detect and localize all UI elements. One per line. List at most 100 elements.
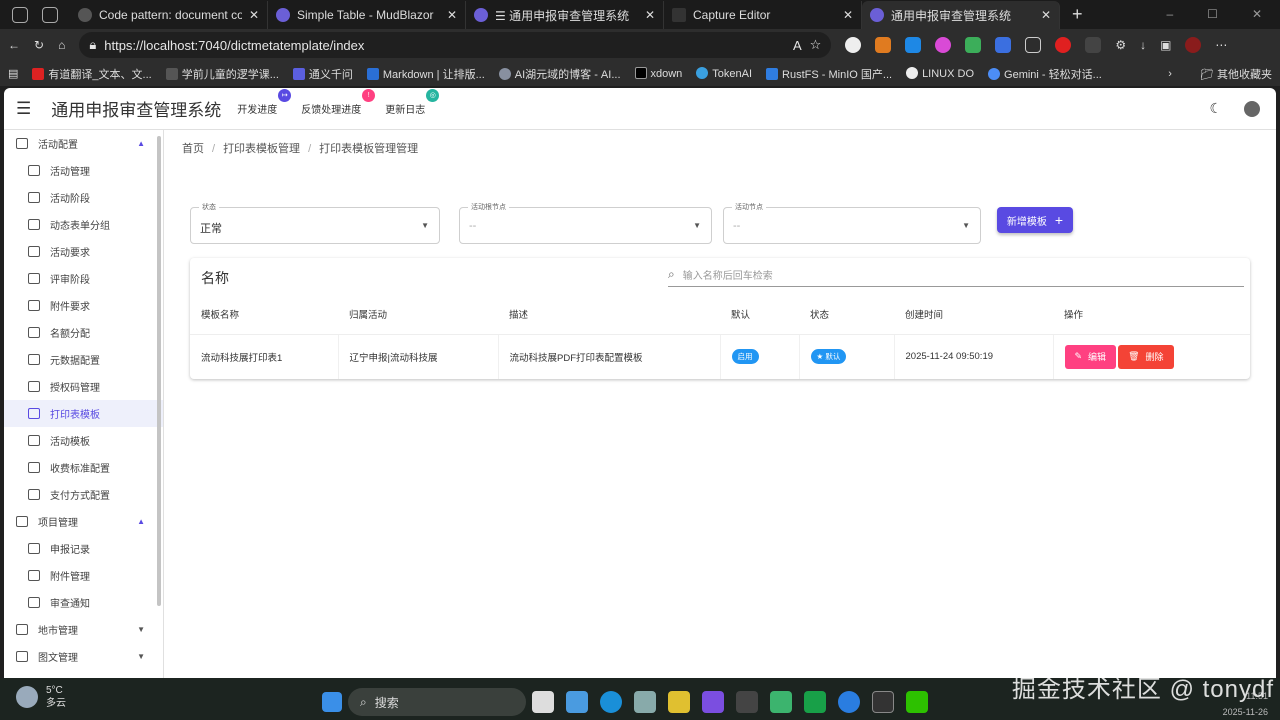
sidebar-group[interactable]: 图文管理 ▼ (4, 643, 163, 670)
collections-icon[interactable]: ▣ (1160, 38, 1171, 52)
app-icon[interactable] (838, 691, 860, 713)
search-input[interactable]: ⌕ 输入名称后回车检索 (668, 263, 1244, 287)
sidebar-item[interactable]: 评审阶段 (4, 265, 163, 292)
extension-icon[interactable] (1085, 37, 1102, 53)
profile-avatar[interactable] (1185, 37, 1202, 53)
sidebar-item[interactable]: 审查通知 (4, 589, 163, 616)
activity-node-select[interactable]: 活动节点 -- ▼ (723, 202, 981, 244)
bookmark[interactable]: 通义千问 (292, 66, 353, 82)
sidebar-item[interactable]: 动态表单分组 (4, 211, 163, 238)
downloads-icon[interactable]: ↓ (1140, 38, 1146, 52)
nav-dev-progress[interactable]: 开发进度 ↦ (237, 89, 292, 116)
maximize-icon[interactable]: ☐ (1207, 7, 1218, 21)
bookmark[interactable]: AI湖元域的博客 - AI... (498, 66, 621, 82)
more-icon[interactable]: ⋯ (1215, 38, 1227, 52)
extension-icon[interactable] (905, 37, 922, 53)
other-bookmarks[interactable]: 📁︎ 其他收藏夹 (1200, 66, 1272, 82)
extensions-puzzle-icon[interactable]: ⚙ (1115, 38, 1126, 52)
activity-root-select[interactable]: 活动根节点 -- ▼ (459, 202, 712, 244)
bookmark-menu-icon[interactable]: ▤ (8, 67, 18, 80)
new-tab-icon[interactable]: + (1072, 4, 1083, 25)
app-icon[interactable] (668, 691, 690, 713)
close-tab-icon[interactable]: ✕ (843, 8, 853, 22)
sidebar-item[interactable]: 元数据配置 (4, 346, 163, 373)
status-chip[interactable]: ★ 默认 (810, 349, 847, 365)
sidebar-item[interactable]: 授权码管理 (4, 373, 163, 400)
bookmark[interactable]: Markdown | 让排版... (366, 66, 485, 82)
app-icon[interactable] (770, 691, 792, 713)
extension-icon[interactable] (995, 37, 1012, 53)
favorite-star-icon[interactable]: ☆ (810, 37, 822, 53)
home-icon[interactable]: ⌂ (58, 38, 65, 52)
breadcrumb-item[interactable]: 首页 (182, 143, 204, 155)
sidebar-item[interactable]: 打印表模板 (4, 400, 163, 427)
bookmark[interactable]: RustFS - MinIO 国产... (766, 66, 892, 82)
bookmark[interactable]: Gemini - 轻松对话... (988, 66, 1102, 82)
delete-button[interactable]: 🗑︎ 删除 (1118, 344, 1174, 369)
sidebar-item[interactable]: 活动要求 (4, 238, 163, 265)
dark-mode-icon[interactable]: ☾ (1209, 100, 1222, 117)
wechat-icon[interactable] (906, 691, 928, 713)
app-icon[interactable] (736, 691, 758, 713)
sidebar-item[interactable]: 申报记录 (4, 535, 163, 562)
sidebar-item[interactable]: 附件管理 (4, 562, 163, 589)
taskbar-search[interactable]: ⌕ 搜索 (348, 688, 526, 716)
sidebar-scrollbar[interactable] (157, 136, 161, 606)
workspaces-icon[interactable] (12, 7, 28, 23)
sidebar-item[interactable]: 附件要求 (4, 292, 163, 319)
account-icon[interactable] (1244, 100, 1260, 117)
browser-tab[interactable]: ☰ 通用申报审查管理系统 ✕ (466, 1, 664, 29)
url-input[interactable]: 🔒︎ https://localhost:7040/dictmetatemplat… (79, 32, 832, 58)
bookmark[interactable]: TokenAI (696, 67, 752, 80)
sidebar-item[interactable]: 活动阶段 (4, 184, 163, 211)
sidebar-group[interactable]: 活动配置 ▲ (4, 130, 163, 157)
start-icon[interactable] (322, 692, 342, 712)
sidebar-item[interactable]: 名额分配 (4, 319, 163, 346)
extension-icon[interactable] (845, 37, 862, 53)
bookmark[interactable]: xdown (634, 67, 682, 80)
app-icon[interactable] (566, 691, 588, 713)
edit-button[interactable]: ✎ 编辑 (1064, 344, 1117, 369)
sidebar-group[interactable]: 地市管理 ▼ (4, 616, 163, 643)
status-select[interactable]: 状态 正常 ▼ (190, 202, 440, 244)
extension-icon[interactable] (875, 37, 892, 53)
close-tab-icon[interactable]: ✕ (1041, 8, 1051, 22)
tab-list-icon[interactable] (42, 7, 58, 23)
close-tab-icon[interactable]: ✕ (645, 8, 655, 22)
refresh-icon[interactable]: ↻ (34, 38, 44, 52)
browser-tab[interactable]: Simple Table - MudBlazor ✕ (268, 1, 466, 29)
nav-changelog[interactable]: 更新日志 ◎ (385, 89, 440, 116)
sidebar-item[interactable]: 活动模板 (4, 427, 163, 454)
bookmark[interactable]: 有道翻译_文本、文... (32, 66, 152, 82)
add-template-button[interactable]: 新增模板 + (997, 207, 1073, 233)
extension-icon[interactable] (1025, 37, 1042, 53)
close-tab-icon[interactable]: ✕ (249, 8, 259, 22)
browser-tab[interactable]: Capture Editor ✕ (664, 1, 862, 29)
default-chip[interactable]: 启用 (731, 349, 759, 365)
bookmark[interactable]: LINUX DO (906, 67, 974, 80)
browser-tab-active[interactable]: 通用申报审查管理系统 ✕ (862, 1, 1060, 29)
task-view-icon[interactable] (532, 691, 554, 713)
extension-icon[interactable] (965, 37, 982, 53)
nav-feedback-progress[interactable]: 反馈处理进度! (301, 89, 376, 116)
read-aloud-icon[interactable]: A (793, 38, 802, 53)
sidebar-item[interactable]: 支付方式配置 (4, 481, 163, 508)
extension-icon[interactable] (1055, 37, 1072, 53)
close-tab-icon[interactable]: ✕ (447, 8, 457, 22)
weather-widget[interactable]: 5°C 多云 (16, 684, 66, 710)
browser-tab[interactable]: Code pattern: document code st✕ (70, 1, 268, 29)
bookmark[interactable]: 学前儿童的逻学课... (165, 66, 279, 82)
chevron-right-icon[interactable]: › (1168, 68, 1172, 80)
extension-icon[interactable] (935, 37, 952, 53)
sidebar-item[interactable]: 活动管理 (4, 157, 163, 184)
settings-icon[interactable] (634, 691, 656, 713)
minimize-icon[interactable]: – (1166, 7, 1173, 21)
sidebar-group[interactable]: 项目管理 ▲ (4, 508, 163, 535)
back-icon[interactable]: ← (8, 38, 20, 52)
close-window-icon[interactable]: ✕ (1252, 7, 1262, 21)
terminal-icon[interactable] (872, 691, 894, 713)
sidebar-item[interactable]: 收费标准配置 (4, 454, 163, 481)
menu-icon[interactable]: ☰ (16, 99, 31, 119)
visual-studio-icon[interactable] (702, 691, 724, 713)
app-icon[interactable] (804, 691, 826, 713)
